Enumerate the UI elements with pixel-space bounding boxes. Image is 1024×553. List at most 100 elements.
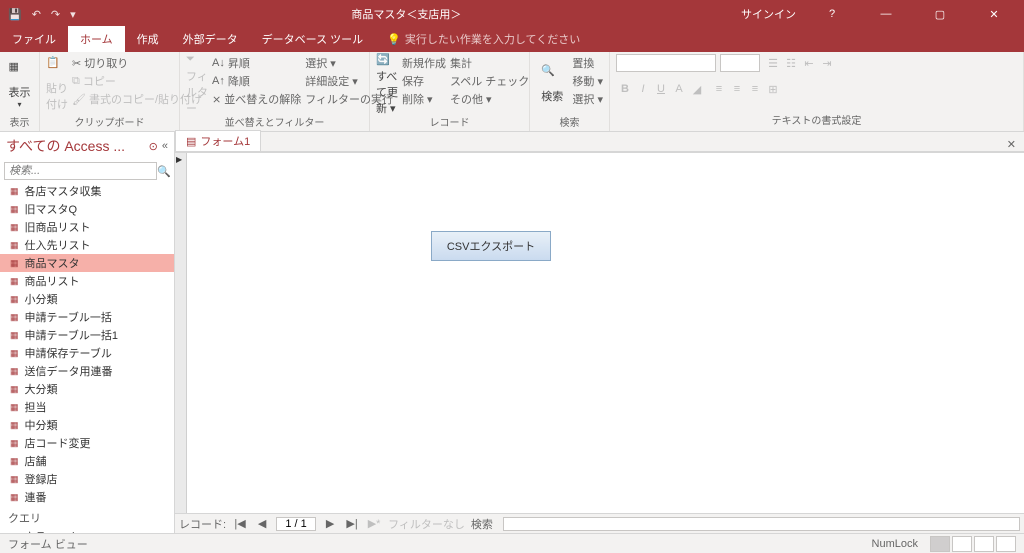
nav-table-item[interactable]: ▦申請テーブル一括 (0, 308, 174, 326)
tab-file[interactable]: ファイル (0, 26, 68, 52)
gridlines-icon[interactable]: ⊞ (764, 80, 782, 98)
doc-tab-form1[interactable]: ▤ フォーム1 (175, 130, 261, 151)
signin-link[interactable]: サインイン (741, 6, 796, 22)
bold-button[interactable]: B (616, 80, 634, 98)
nav-table-item[interactable]: ▦申請テーブル一括1 (0, 326, 174, 344)
record-navigator: レコード: |◀ ◀ ▶ ▶| ▶* フィルターなし 検索 (175, 513, 1024, 533)
totals-button[interactable]: 集計 (450, 54, 529, 72)
numbering-icon[interactable]: ☷ (782, 54, 800, 72)
tell-me-search[interactable]: 💡 実行したい作業を入力してください (375, 26, 592, 52)
form-view-button[interactable] (930, 536, 950, 552)
last-record-button[interactable]: ▶| (344, 517, 360, 530)
align-right-icon[interactable]: ≡ (746, 80, 764, 98)
save-record-button[interactable]: 保存 (402, 72, 446, 90)
redo-icon[interactable]: ↷ (51, 8, 60, 21)
nav-table-item[interactable]: ▦商品リスト (0, 272, 174, 290)
prev-record-button[interactable]: ◀ (254, 517, 270, 530)
nav-table-item[interactable]: ▦登録店 (0, 470, 174, 488)
new-record-nav-button[interactable]: ▶* (366, 517, 382, 530)
record-position-input[interactable] (276, 517, 316, 531)
nav-table-item[interactable]: ▦小分類 (0, 290, 174, 308)
nav-table-item[interactable]: ▦店コード変更 (0, 434, 174, 452)
nav-table-item[interactable]: ▦仕入先リスト (0, 236, 174, 254)
nav-object-list[interactable]: ▦各店マスタ収集▦旧マスタQ▦旧商品リスト▦仕入先リスト▦商品マスタ▦商品リスト… (0, 182, 174, 533)
paste-button[interactable]: 📋貼り付け (46, 54, 68, 114)
filter-indicator[interactable]: フィルターなし (388, 516, 465, 532)
table-icon: ▦ (10, 474, 19, 485)
maximize-button[interactable]: ▢ (922, 8, 958, 21)
layout-view-button[interactable] (974, 536, 994, 552)
csv-export-button[interactable]: CSVエクスポート (431, 231, 551, 261)
nav-item-label: 店舗 (25, 453, 47, 469)
nav-table-item[interactable]: ▦送信データ用連番 (0, 362, 174, 380)
tab-external-data[interactable]: 外部データ (171, 26, 250, 52)
sort-asc-label: 昇順 (228, 55, 250, 71)
nav-query-item[interactable]: ⚙商品マスタQ (0, 528, 174, 533)
nav-table-item[interactable]: ▦大分類 (0, 380, 174, 398)
funnel-icon: ⏷ (186, 53, 208, 66)
more-button[interactable]: その他 ▾ (450, 90, 529, 108)
select-button[interactable]: 選択 ▾ (572, 90, 603, 108)
help-icon[interactable]: ? (814, 8, 850, 20)
nav-table-item[interactable]: ▦店舗 (0, 452, 174, 470)
nav-table-item[interactable]: ▦商品マスタ (0, 254, 174, 272)
nav-table-item[interactable]: ▦連番 (0, 488, 174, 506)
refresh-all-button[interactable]: 🔄すべて更新 ▾ (376, 54, 398, 114)
nav-table-item[interactable]: ▦中分類 (0, 416, 174, 434)
delete-record-button[interactable]: 削除 ▾ (402, 90, 446, 108)
view-button[interactable]: ▦表示▾ (6, 54, 33, 114)
nav-collapse-icon[interactable]: « (162, 140, 168, 152)
indent-inc-icon[interactable]: ⇥ (818, 54, 836, 72)
align-left-icon[interactable]: ≡ (710, 80, 728, 98)
nav-item-label: 旧商品リスト (25, 219, 91, 235)
nav-item-label: 大分類 (25, 381, 58, 397)
close-button[interactable]: ✕ (976, 8, 1012, 21)
tab-home[interactable]: ホーム (68, 26, 125, 52)
fill-color-button[interactable]: ◢ (688, 80, 706, 98)
qat-more-icon[interactable]: ▾ (70, 8, 76, 21)
filter-button[interactable]: ⏷フィルター (186, 54, 208, 114)
nav-table-item[interactable]: ▦各店マスタ収集 (0, 182, 174, 200)
datasheet-view-button[interactable] (952, 536, 972, 552)
font-combo[interactable] (616, 54, 716, 72)
nav-table-item[interactable]: ▦旧マスタQ (0, 200, 174, 218)
doc-close-button[interactable]: ✕ (999, 138, 1024, 151)
nav-search-input[interactable] (4, 162, 157, 180)
tab-database-tools[interactable]: データベース ツール (250, 26, 376, 52)
indent-dec-icon[interactable]: ⇤ (800, 54, 818, 72)
minimize-button[interactable]: — (868, 8, 904, 20)
font-size-combo[interactable] (720, 54, 760, 72)
replace-button[interactable]: 置換 (572, 54, 603, 72)
save-icon[interactable]: 💾 (8, 8, 22, 21)
italic-button[interactable]: I (634, 80, 652, 98)
new-record-button[interactable]: 新規作成 (402, 54, 446, 72)
nav-table-item[interactable]: ▦担当 (0, 398, 174, 416)
goto-button[interactable]: 移動 ▾ (572, 72, 603, 90)
goto-label: 移動 ▾ (572, 73, 603, 89)
nav-title[interactable]: すべての Access ... (6, 136, 145, 156)
tab-create[interactable]: 作成 (125, 26, 171, 52)
sort-desc-button[interactable]: A↑降順 (212, 72, 301, 90)
record-search-input[interactable] (503, 517, 1020, 531)
record-selector-bar[interactable] (175, 153, 187, 513)
quick-access-toolbar: 💾 ↶ ↷ ▾ (0, 8, 84, 21)
document-tabs: ▤ フォーム1 ✕ (175, 132, 1024, 152)
undo-icon[interactable]: ↶ (32, 8, 41, 21)
align-center-icon[interactable]: ≡ (728, 80, 746, 98)
remove-sort-button[interactable]: ⨯並べ替えの解除 (212, 90, 301, 108)
next-record-button[interactable]: ▶ (322, 517, 338, 530)
find-button[interactable]: 🔍検索 (536, 54, 568, 114)
nav-group-queries[interactable]: クエリ (0, 506, 174, 528)
group-label-find: 検索 (536, 114, 603, 131)
first-record-button[interactable]: |◀ (232, 517, 248, 530)
nav-table-item[interactable]: ▦申請保存テーブル (0, 344, 174, 362)
sort-asc-button[interactable]: A↓昇順 (212, 54, 301, 72)
nav-table-item[interactable]: ▦旧商品リスト (0, 218, 174, 236)
nav-dropdown-icon[interactable]: ⊙ (149, 140, 158, 153)
spelling-button[interactable]: スペル チェック (450, 72, 529, 90)
font-color-button[interactable]: A (670, 80, 688, 98)
underline-button[interactable]: U (652, 80, 670, 98)
bullets-icon[interactable]: ☰ (764, 54, 782, 72)
design-view-button[interactable] (996, 536, 1016, 552)
nav-search-icon[interactable]: 🔍 (157, 165, 171, 178)
